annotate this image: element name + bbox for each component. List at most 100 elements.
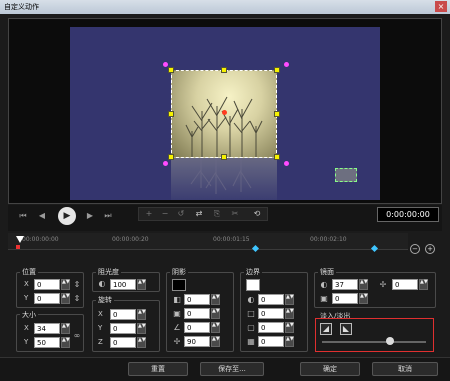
zoom-out-icon[interactable]: − [410, 244, 420, 254]
start-marker [16, 245, 20, 249]
prev-frame-icon[interactable]: ◀ [35, 210, 49, 222]
resize-handle-bl[interactable] [168, 154, 174, 160]
window-title: 自定义动作 [4, 3, 39, 11]
mirror-stepper-2[interactable]: ▲▼ [419, 279, 428, 290]
position-x-spinner-icon[interactable]: ⇕ [72, 280, 82, 290]
ease-highlight-box [315, 318, 434, 352]
rotation-y-label: Y [98, 324, 103, 332]
border-stepper-4[interactable]: ▲▼ [285, 336, 294, 347]
resize-handle-tl[interactable] [168, 67, 174, 73]
title-bar [0, 0, 450, 14]
remove-keyframe-icon[interactable]: − [158, 208, 172, 220]
rotation-x-stepper[interactable]: ▲▼ [137, 309, 146, 320]
resize-handle-b[interactable] [221, 154, 227, 160]
time-label-3: 00:00:02:10 [310, 236, 347, 243]
size-y-stepper[interactable]: ▲▼ [61, 337, 70, 348]
navigator-thumbnail[interactable] [335, 168, 357, 182]
save-to-button[interactable]: 保存至... [200, 362, 264, 376]
border-color-swatch[interactable] [246, 279, 260, 291]
border-input-4[interactable]: 0 [258, 336, 284, 347]
opacity-input[interactable]: 100 [110, 279, 136, 290]
paste-icon[interactable]: ✂ [228, 208, 242, 220]
cancel-button[interactable]: 取消 [372, 362, 438, 376]
reflection-trees [190, 158, 252, 194]
size-x-stepper[interactable]: ▲▼ [61, 323, 70, 334]
distort-handle-tr[interactable] [284, 62, 289, 67]
shadow-stepper-4[interactable]: ▲▼ [211, 336, 220, 347]
position-x-stepper[interactable]: ▲▼ [61, 279, 70, 290]
center-marker[interactable] [222, 110, 227, 115]
mirror-input-2[interactable]: 0 [392, 279, 418, 290]
border-width-icon: □ [247, 309, 255, 318]
copy-icon[interactable]: ⎘ [210, 208, 224, 220]
add-keyframe-icon[interactable]: + [142, 208, 156, 220]
ease-in-icon[interactable]: ◢ [320, 323, 332, 335]
shadow-stepper-1[interactable]: ▲▼ [211, 294, 220, 305]
mirror-input-1[interactable]: 37 [332, 279, 358, 290]
home-icon[interactable]: ⏮ [16, 210, 30, 222]
link-icon[interactable]: ∞ [72, 331, 82, 341]
mirror-input-3[interactable]: 0 [332, 293, 358, 304]
shadow-stepper-3[interactable]: ▲▼ [211, 322, 220, 333]
shadow-input-2[interactable]: 0 [184, 308, 210, 319]
distort-handle-bl[interactable] [163, 161, 168, 166]
ok-button[interactable]: 确定 [300, 362, 360, 376]
size-y-input[interactable]: 50 [34, 337, 60, 348]
distort-handle-tl[interactable] [163, 62, 168, 67]
reset-icon[interactable]: ⟲ [250, 208, 264, 220]
shadow-blur-icon: ▣ [173, 309, 181, 318]
rotation-x-input[interactable]: 0 [110, 309, 136, 320]
close-button[interactable]: × [435, 1, 447, 12]
next-frame-icon[interactable]: ▶ [83, 210, 97, 222]
border-stepper-2[interactable]: ▲▼ [285, 308, 294, 319]
timeline-ruler[interactable] [8, 233, 408, 250]
size-label: 大小 [20, 310, 38, 320]
shadow-input-1[interactable]: 0 [184, 294, 210, 305]
resize-handle-r[interactable] [274, 111, 280, 117]
reset-button[interactable]: 重置 [128, 362, 188, 376]
resize-handle-t[interactable] [221, 67, 227, 73]
border-input-2[interactable]: 0 [258, 308, 284, 319]
ease-slider-track[interactable] [322, 341, 426, 343]
timecode-display[interactable]: 0:00:00:00 [377, 207, 439, 222]
position-y-stepper[interactable]: ▲▼ [61, 293, 70, 304]
opacity-label: 阻光度 [96, 267, 121, 277]
opacity-stepper[interactable]: ▲▼ [137, 279, 146, 290]
ease-out-icon[interactable]: ◣ [340, 323, 352, 335]
ease-slider-thumb[interactable] [385, 337, 394, 345]
rotation-z-input[interactable]: 0 [110, 337, 136, 348]
position-y-input[interactable]: 0 [34, 293, 60, 304]
border-style-icon: ▦ [247, 337, 255, 346]
size-x-input[interactable]: 34 [34, 323, 60, 334]
resize-handle-tr[interactable] [274, 67, 280, 73]
border-stepper-3[interactable]: ▲▼ [285, 322, 294, 333]
mirror-stepper-1[interactable]: ▲▼ [359, 279, 368, 290]
shadow-stepper-2[interactable]: ▲▼ [211, 308, 220, 319]
rotation-y-input[interactable]: 0 [110, 323, 136, 334]
shadow-color-swatch[interactable] [172, 279, 186, 291]
shadow-input-4[interactable]: 90 [184, 336, 210, 347]
border-input-1[interactable]: 0 [258, 294, 284, 305]
playhead[interactable] [16, 236, 24, 243]
mirror-label: 镜面 [318, 267, 336, 277]
position-y-spinner-icon[interactable]: ⇕ [72, 294, 82, 304]
border-input-3[interactable]: 0 [258, 322, 284, 333]
shadow-input-3[interactable]: 0 [184, 322, 210, 333]
time-label-2: 00:00:01:15 [213, 236, 250, 243]
position-x-input[interactable]: 0 [34, 279, 60, 290]
end-icon[interactable]: ⏭ [101, 210, 115, 222]
size-y-label: Y [24, 338, 29, 346]
rotation-y-stepper[interactable]: ▲▼ [137, 323, 146, 334]
resize-handle-br[interactable] [274, 154, 280, 160]
position-y-label: Y [24, 294, 29, 302]
swap-icon[interactable]: ⇄ [192, 208, 206, 220]
mirror-blur-icon: ▣ [320, 294, 328, 303]
mirror-stepper-3[interactable]: ▲▼ [359, 293, 368, 304]
zoom-in-icon[interactable]: + [425, 244, 435, 254]
resize-handle-l[interactable] [168, 111, 174, 117]
rotation-z-stepper[interactable]: ▲▼ [137, 337, 146, 348]
play-button[interactable]: ▶ [58, 207, 76, 225]
reverse-icon[interactable]: ↺ [174, 208, 188, 220]
distort-handle-br[interactable] [284, 161, 289, 166]
border-stepper-1[interactable]: ▲▼ [285, 294, 294, 305]
